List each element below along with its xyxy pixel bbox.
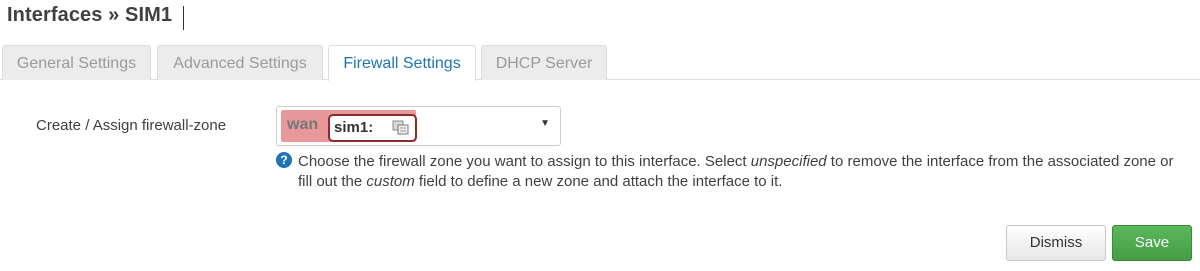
firewall-zone-label: Create / Assign firewall-zone — [36, 117, 227, 134]
tab-general-settings[interactable]: General Settings — [2, 45, 151, 80]
zone-interface-name: sim1: — [334, 119, 374, 136]
save-button[interactable]: Save — [1112, 225, 1192, 261]
chevron-down-icon[interactable]: ▼ — [540, 118, 550, 129]
zone-name: wan — [287, 116, 319, 133]
zone-interface-badge: sim1: — [328, 114, 417, 142]
help-text: Choose the firewall zone you want to ass… — [298, 153, 1174, 190]
tab-firewall-settings[interactable]: Firewall Settings — [328, 45, 476, 81]
dismiss-button[interactable]: Dismiss — [1006, 225, 1106, 261]
network-interface-icon — [392, 120, 409, 135]
firewall-zone-select[interactable]: wan sim1: ▼ — [276, 106, 561, 146]
text-cursor — [183, 6, 184, 30]
page-title: Interfaces » SIM1 — [7, 4, 173, 26]
tab-bar: General Settings Advanced Settings Firew… — [0, 45, 1200, 81]
zone-badge-wan: wan sim1: — [281, 110, 417, 142]
tab-dhcp-server[interactable]: DHCP Server — [481, 45, 607, 80]
help-icon: ? — [276, 152, 292, 168]
tab-advanced-settings[interactable]: Advanced Settings — [157, 45, 323, 80]
